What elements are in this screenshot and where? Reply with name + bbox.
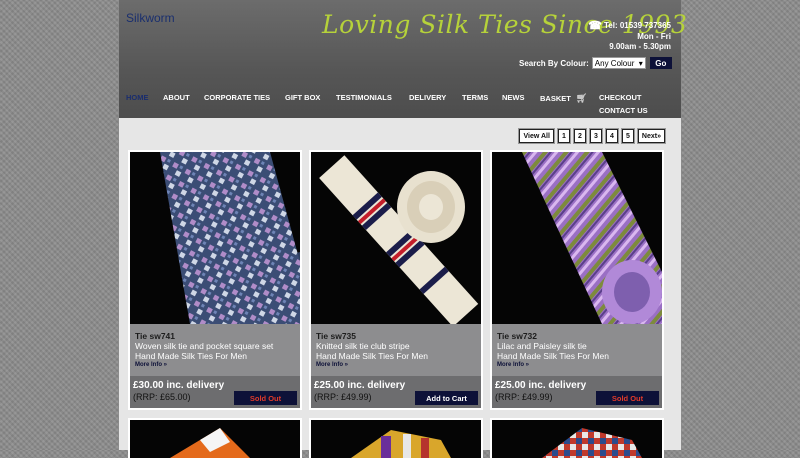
- price-box: £25.00 inc. delivery (RRP: £49.99) Sold …: [492, 376, 662, 408]
- product-subtitle: Hand Made Silk Ties For Men: [497, 351, 609, 361]
- content-area: View All 1 2 3 4 5 Next» Tie sw741 Woven…: [119, 118, 681, 458]
- price-box: £30.00 inc. delivery (RRP: £65.00) Sold …: [130, 376, 300, 408]
- chevron-down-icon: ▾: [638, 58, 643, 68]
- product-price: £25.00 inc. delivery: [495, 380, 587, 391]
- product-info: Tie sw735 Knitted silk tie club stripe H…: [311, 324, 481, 376]
- add-to-cart-button[interactable]: Add to Cart: [415, 391, 478, 405]
- sold-out-button[interactable]: Sold Out: [234, 391, 297, 405]
- colour-select[interactable]: Any Colour ▾: [591, 57, 646, 69]
- product-title[interactable]: Knitted silk tie club stripe: [316, 341, 481, 351]
- nav-terms[interactable]: TERMS: [462, 93, 488, 102]
- nav-about[interactable]: ABOUT: [163, 93, 190, 102]
- product-price: £25.00 inc. delivery: [314, 380, 406, 391]
- product-card: Tie sw732 Lilac and Paisley silk tie Han…: [490, 150, 664, 410]
- product-title[interactable]: Lilac and Paisley silk tie: [497, 341, 662, 351]
- product-card-partial: [490, 418, 664, 458]
- product-card: Tie sw741 Woven silk tie and pocket squa…: [128, 150, 302, 410]
- product-title[interactable]: Woven silk tie and pocket square set: [135, 341, 300, 351]
- opening-days: Mon - Fri: [637, 31, 671, 41]
- nav-delivery[interactable]: DELIVERY: [409, 93, 446, 102]
- product-code: Tie sw732: [497, 331, 538, 341]
- product-subtitle: Hand Made Silk Ties For Men: [135, 351, 247, 361]
- phone-number: Tel: 01539 737365: [603, 21, 671, 30]
- pager-page-3[interactable]: 3: [588, 128, 603, 144]
- nav-basket-label: BASKET: [540, 94, 571, 103]
- pagination: View All 1 2 3 4 5 Next»: [518, 128, 667, 144]
- product-code: Tie sw741: [135, 331, 176, 341]
- site-brand[interactable]: Silkworm: [126, 11, 175, 25]
- colour-search-label: Search By Colour:: [519, 58, 589, 68]
- page: Silkworm Loving Silk Ties Since 1993 ☎ Te…: [119, 0, 687, 458]
- product-image[interactable]: [311, 420, 481, 458]
- product-info: Tie sw741 Woven silk tie and pocket squa…: [130, 324, 300, 376]
- go-button[interactable]: Go: [649, 57, 672, 69]
- product-image[interactable]: [130, 152, 300, 324]
- nav-basket[interactable]: BASKET 🛒︎: [540, 93, 587, 104]
- main-nav: HOME ABOUT CORPORATE TIES GIFT BOX TESTI…: [126, 88, 681, 118]
- nav-gift-box[interactable]: GIFT BOX: [285, 93, 320, 102]
- product-info: Tie sw732 Lilac and Paisley silk tie Han…: [492, 324, 662, 376]
- pager-view-all[interactable]: View All: [518, 128, 555, 144]
- product-card-partial: [128, 418, 302, 458]
- opening-hours: 9.00am - 5.30pm: [609, 42, 671, 51]
- product-image[interactable]: [492, 152, 662, 324]
- product-code: Tie sw735: [316, 331, 357, 341]
- more-info-link[interactable]: More Info »: [497, 362, 662, 368]
- colour-select-value: Any Colour: [594, 58, 635, 68]
- product-card-partial: [309, 418, 483, 458]
- product-price: £30.00 inc. delivery: [133, 380, 225, 391]
- product-card: Tie sw735 Knitted silk tie club stripe H…: [309, 150, 483, 410]
- nav-home[interactable]: HOME: [126, 93, 149, 102]
- pager-page-2[interactable]: 2: [572, 128, 587, 144]
- product-image[interactable]: [311, 152, 481, 324]
- sold-out-button[interactable]: Sold Out: [596, 391, 659, 405]
- pager-page-1[interactable]: 1: [556, 128, 571, 144]
- nav-corporate-ties[interactable]: CORPORATE TIES: [204, 93, 270, 102]
- contact-info: ☎ Tel: 01539 737365 Mon - Fri 9.00am - 5.…: [588, 21, 671, 53]
- pager-page-4[interactable]: 4: [604, 128, 619, 144]
- product-image[interactable]: [492, 420, 662, 458]
- more-info-link[interactable]: More Info »: [316, 362, 481, 368]
- pager-next[interactable]: Next»: [636, 128, 667, 144]
- pager-page-5[interactable]: 5: [620, 128, 635, 144]
- product-subtitle: Hand Made Silk Ties For Men: [316, 351, 428, 361]
- price-box: £25.00 inc. delivery (RRP: £49.99) Add t…: [311, 376, 481, 408]
- nav-checkout[interactable]: CHECKOUT: [599, 93, 642, 102]
- nav-testimonials[interactable]: TESTIMONIALS: [336, 93, 392, 102]
- header: Silkworm Loving Silk Ties Since 1993 ☎ Te…: [119, 0, 687, 118]
- phone-icon: ☎: [588, 20, 602, 32]
- product-image[interactable]: [130, 420, 300, 458]
- nav-contact-us[interactable]: CONTACT US: [599, 106, 648, 115]
- basket-icon: 🛒︎: [575, 93, 588, 103]
- colour-search: Search By Colour: Any Colour ▾ Go: [519, 57, 672, 69]
- more-info-link[interactable]: More Info »: [135, 362, 300, 368]
- nav-news[interactable]: NEWS: [502, 93, 525, 102]
